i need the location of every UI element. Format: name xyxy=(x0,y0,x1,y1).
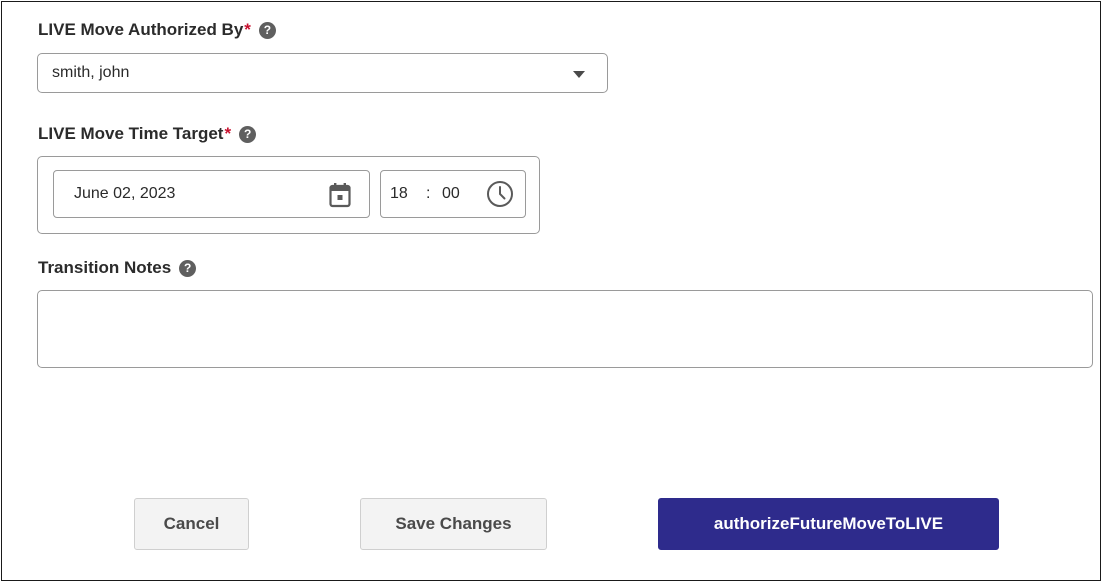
authorize-future-move-button[interactable]: authorizeFutureMoveToLIVE xyxy=(658,498,999,550)
transition-notes-textarea[interactable] xyxy=(37,290,1093,368)
clock-icon[interactable] xyxy=(486,180,514,213)
authorized-by-select[interactable]: smith, john xyxy=(37,53,608,93)
date-value: June 02, 2023 xyxy=(74,185,176,202)
authorized-by-label-group: LIVE Move Authorized By * ? xyxy=(38,20,276,40)
hour-value[interactable]: 18 xyxy=(390,185,408,203)
chevron-down-icon xyxy=(573,71,585,78)
time-target-group: June 02, 2023 18 : 00 xyxy=(37,156,540,234)
required-marker: * xyxy=(244,20,251,39)
help-icon[interactable]: ? xyxy=(258,21,276,39)
time-separator: : xyxy=(426,185,431,202)
date-input[interactable]: June 02, 2023 xyxy=(53,170,370,218)
calendar-icon[interactable] xyxy=(329,182,351,213)
time-target-label-group: LIVE Move Time Target * ? xyxy=(38,124,257,144)
notes-label: Transition Notes xyxy=(38,258,172,277)
notes-label-group: Transition Notes ? xyxy=(38,258,197,278)
authorized-by-value: smith, john xyxy=(52,64,130,81)
time-input[interactable]: 18 : 00 xyxy=(380,170,526,218)
authorized-by-label: LIVE Move Authorized By xyxy=(38,20,244,39)
time-target-label: LIVE Move Time Target xyxy=(38,124,224,143)
cancel-button[interactable]: Cancel xyxy=(134,498,249,550)
minute-value[interactable]: 00 xyxy=(442,185,460,203)
save-changes-button[interactable]: Save Changes xyxy=(360,498,547,550)
required-marker: * xyxy=(224,124,232,143)
help-icon[interactable]: ? xyxy=(239,125,257,143)
help-icon[interactable]: ? xyxy=(179,259,197,277)
